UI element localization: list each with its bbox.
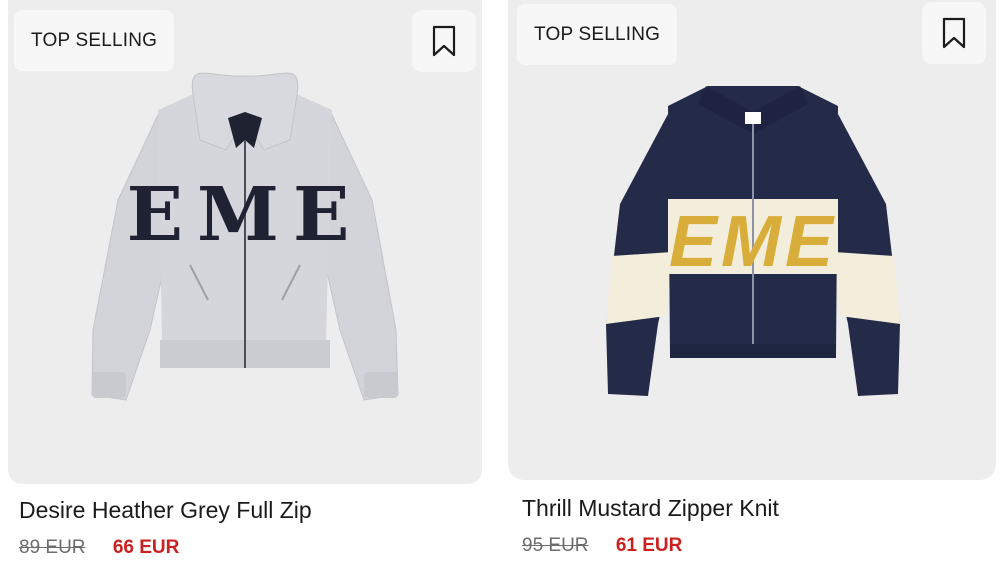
product-grid: EME TOP SELLING Desire Heather Grey Full… (0, 0, 1000, 567)
product-image-container[interactable]: EME TOP SELLING (8, 0, 482, 484)
bookmark-button[interactable] (922, 2, 986, 64)
product-card[interactable]: EME TOP SELLING Thrill Mustard Zipper Kn… (508, 0, 996, 556)
product-prices: 89 EUR 66 EUR (19, 537, 179, 559)
product-logo-text: EME (127, 172, 364, 258)
product-card[interactable]: EME TOP SELLING Desire Heather Grey Full… (8, 0, 482, 558)
top-selling-badge: TOP SELLING (14, 10, 175, 71)
sale-price: 61 EUR (615, 535, 683, 556)
bookmark-button[interactable] (412, 10, 476, 72)
bookmark-icon (432, 25, 456, 57)
product-image-container[interactable]: EME TOP SELLING (508, 0, 996, 480)
original-price: 95 EUR (522, 535, 589, 556)
original-price: 89 EUR (19, 537, 86, 558)
product-title[interactable]: Thrill Mustard Zipper Knit (522, 495, 779, 522)
top-selling-badge: TOP SELLING (517, 4, 678, 65)
product-prices: 95 EUR 61 EUR (522, 535, 682, 557)
product-image[interactable]: EME (8, 0, 482, 484)
product-image[interactable]: EME (508, 0, 996, 480)
product-title[interactable]: Desire Heather Grey Full Zip (19, 497, 312, 524)
sale-price: 66 EUR (112, 537, 180, 558)
bookmark-icon (942, 17, 966, 49)
product-logo-text: EME (669, 202, 837, 282)
